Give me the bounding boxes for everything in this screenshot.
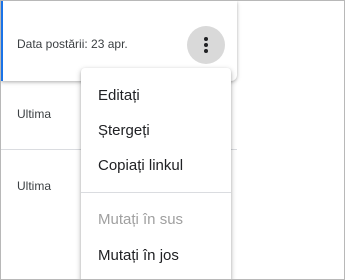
more-options-button[interactable] xyxy=(187,26,225,64)
list-item-label: Ultima xyxy=(17,179,52,193)
menu-item-move-down[interactable]: Mutați în jos xyxy=(98,247,179,264)
accent-edge xyxy=(1,1,3,81)
menu-item-copy-link[interactable]: Copiați linkul xyxy=(98,157,183,174)
menu-item-edit[interactable]: Editați xyxy=(98,87,140,104)
menu-item-delete[interactable]: Ștergeți xyxy=(98,122,150,139)
context-menu: Editați Ștergeți Copiați linkul Mutați î… xyxy=(81,68,231,279)
menu-divider xyxy=(81,192,231,193)
list-item-label: Ultima xyxy=(17,107,52,121)
menu-item-move-up: Mutați în sus xyxy=(98,211,184,228)
posted-date-text: Data postării: 23 apr. xyxy=(17,37,128,51)
window-frame: Ultima Ultima Data postării: 23 apr. Edi… xyxy=(0,0,345,280)
